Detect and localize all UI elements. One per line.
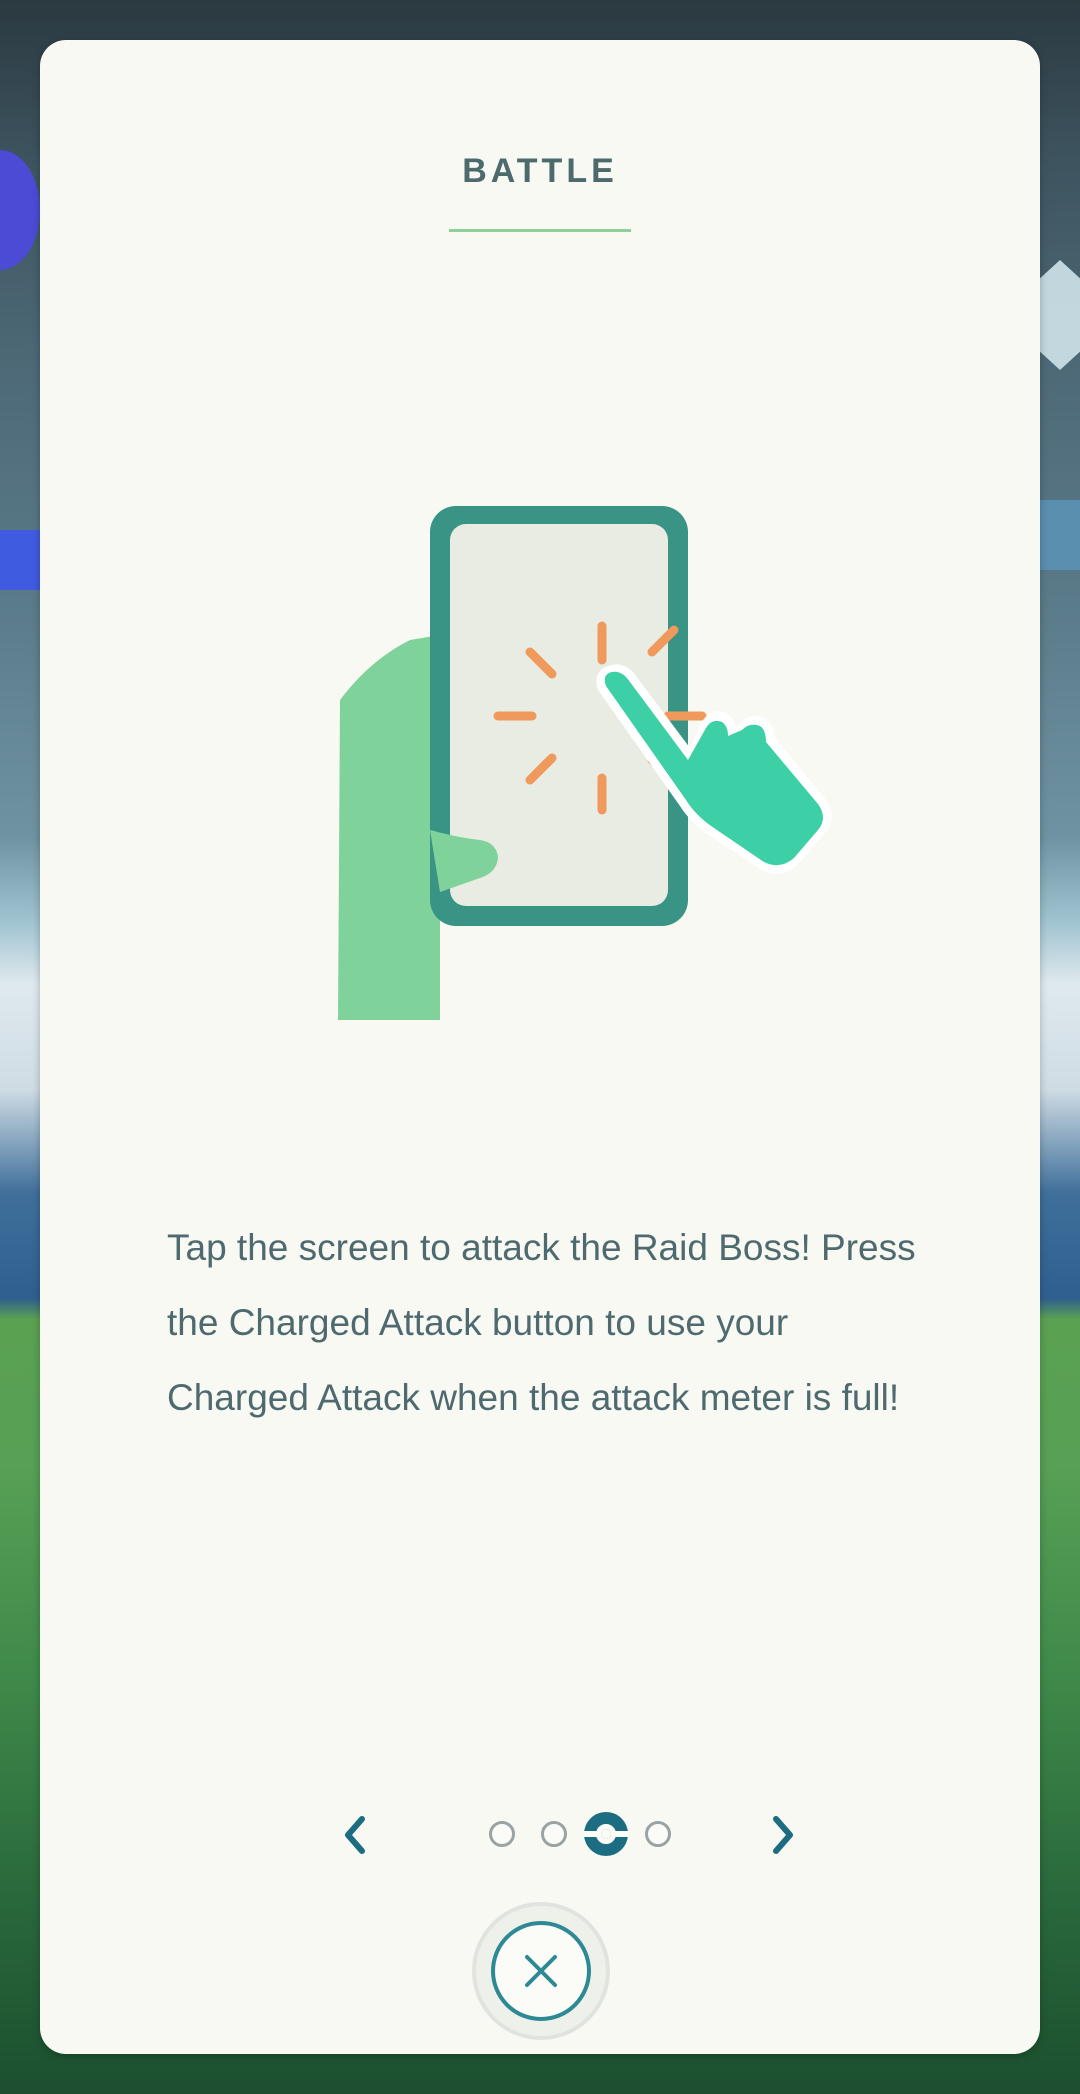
page-dot[interactable] bbox=[541, 1821, 567, 1847]
close-icon bbox=[525, 1955, 557, 1987]
close-button-inner[interactable] bbox=[491, 1921, 591, 2021]
chevron-right-icon bbox=[773, 1816, 793, 1854]
tap-phone-icon bbox=[338, 506, 832, 1020]
holding-hand-illustration bbox=[338, 635, 440, 1020]
page-dot[interactable] bbox=[645, 1821, 671, 1847]
tutorial-dialog: BATTLE Tap the screen to attack the Raid… bbox=[40, 40, 1040, 2054]
dialog-title: BATTLE bbox=[462, 152, 618, 190]
tutorial-description: Tap the screen to attack the Raid Boss! … bbox=[167, 1227, 916, 1418]
background-decoration bbox=[0, 530, 40, 590]
title-underline bbox=[449, 229, 631, 232]
next-page-button[interactable] bbox=[753, 1805, 813, 1865]
previous-page-button[interactable] bbox=[325, 1805, 385, 1865]
page-dot-active[interactable] bbox=[584, 1812, 628, 1856]
background-decoration bbox=[1040, 500, 1080, 570]
page-indicator bbox=[440, 1805, 700, 1865]
close-button[interactable] bbox=[472, 1902, 610, 2040]
page-dot[interactable] bbox=[489, 1821, 515, 1847]
chevron-left-icon bbox=[345, 1816, 365, 1854]
